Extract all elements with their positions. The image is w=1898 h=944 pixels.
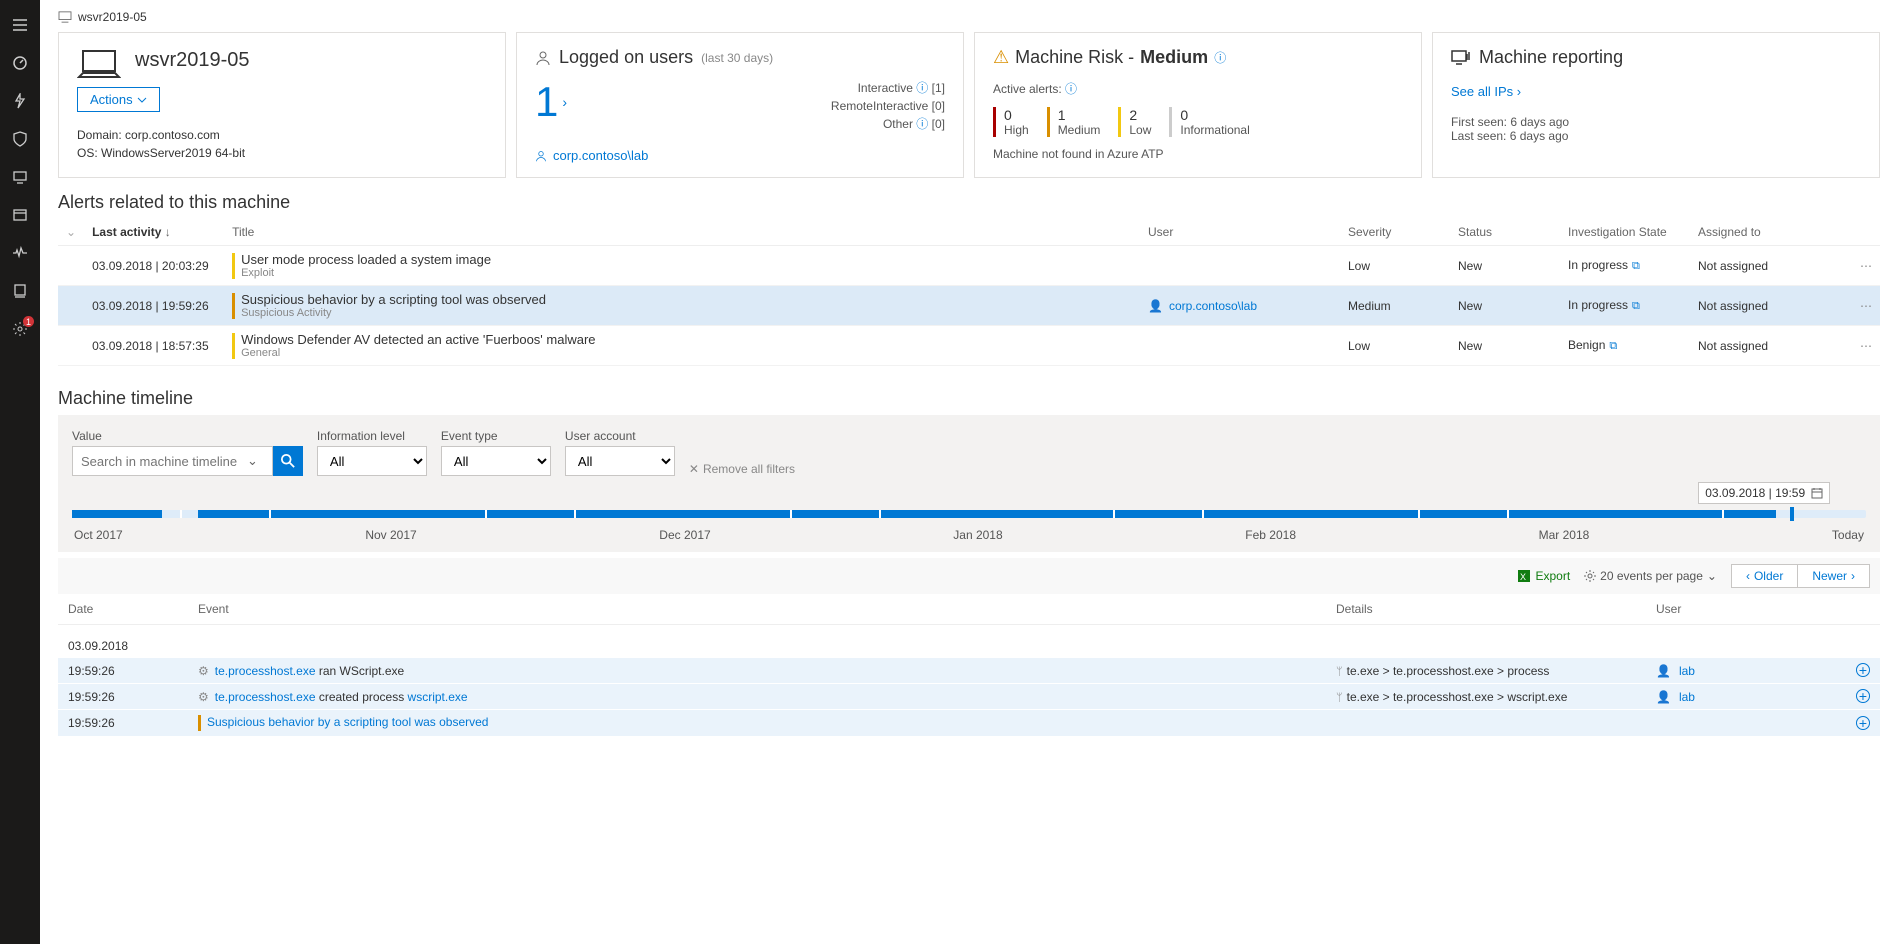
nav-settings-icon[interactable]: 1 (0, 310, 40, 348)
alert-row[interactable]: 03.09.2018 | 19:59:26 Suspicious behavio… (58, 286, 1880, 326)
col-investigation[interactable]: Investigation State (1560, 219, 1690, 246)
calendar-icon (1811, 487, 1823, 499)
logged-on-users-card: Logged on users (last 30 days) 1› Intera… (516, 32, 964, 178)
user-link[interactable]: corp.contoso\lab (535, 148, 945, 163)
risk-card: ⚠ Machine Risk - Medium ⓘ Active alerts:… (974, 32, 1422, 178)
gear-icon (1584, 570, 1596, 582)
col-status[interactable]: Status (1450, 219, 1560, 246)
chevron-down-icon[interactable]: ⌄ (66, 225, 76, 239)
alerts-section-title: Alerts related to this machine (58, 192, 1880, 213)
search-combo[interactable]: ⌄ (72, 446, 273, 476)
month-label: Dec 2017 (659, 528, 710, 542)
remove-filters[interactable]: ✕ Remove all filters (689, 462, 795, 476)
nav-hunting-icon[interactable] (0, 272, 40, 310)
more-icon[interactable]: ⋯ (1850, 326, 1880, 366)
chevron-down-icon (137, 97, 147, 103)
nav-dashboard-icon[interactable] (0, 44, 40, 82)
col-assigned[interactable]: Assigned to (1690, 219, 1850, 246)
alerts-table: ⌄ Last activity ↓ Title User Severity St… (58, 219, 1880, 366)
col-ev-user[interactable]: User (1646, 594, 1846, 625)
nav-reports-icon[interactable] (0, 196, 40, 234)
time-scrubber[interactable]: 03.09.2018 | 19:59 (72, 510, 1866, 542)
col-user[interactable]: User (1140, 219, 1340, 246)
month-label: Nov 2017 (365, 528, 416, 542)
month-label: Oct 2017 (74, 528, 123, 542)
info-icon[interactable]: ⓘ (1065, 82, 1077, 96)
nav-incidents-icon[interactable] (0, 82, 40, 120)
breadcrumb-machine: wsvr2019-05 (78, 10, 147, 24)
nav-health-icon[interactable] (0, 234, 40, 272)
nav-shield-icon[interactable] (0, 120, 40, 158)
month-label: Today (1832, 528, 1864, 542)
settings-badge: 1 (23, 316, 34, 327)
user-icon (535, 50, 551, 66)
user-select[interactable]: All (565, 446, 675, 476)
info-level-select[interactable]: All (317, 446, 427, 476)
nav-machines-icon[interactable] (0, 158, 40, 196)
events-per-page[interactable]: 20 events per page ⌄ (1584, 569, 1717, 583)
alert-row[interactable]: 03.09.2018 | 18:57:35 Windows Defender A… (58, 326, 1880, 366)
excel-icon: X (1517, 569, 1531, 583)
expand-icon[interactable]: + (1856, 716, 1870, 730)
expand-icon[interactable]: + (1856, 689, 1870, 703)
machine-name: wsvr2019-05 (135, 49, 250, 72)
search-input[interactable] (81, 454, 241, 469)
scrub-handle[interactable] (1790, 507, 1794, 521)
user-count[interactable]: 1› (535, 78, 567, 126)
search-button[interactable] (273, 446, 303, 476)
machine-icon (58, 11, 72, 23)
month-label: Feb 2018 (1245, 528, 1296, 542)
more-icon[interactable]: ⋯ (1850, 286, 1880, 326)
col-event[interactable]: Event (188, 594, 1326, 625)
chevron-down-icon[interactable]: ⌄ (241, 453, 264, 469)
main-content: wsvr2019-05 wsvr2019-05 Actions Domain: … (40, 0, 1898, 944)
timeline-section-title: Machine timeline (58, 388, 1880, 409)
machine-card: wsvr2019-05 Actions Domain: corp.contoso… (58, 32, 506, 178)
expand-icon[interactable]: + (1856, 663, 1870, 677)
alert-row[interactable]: 03.09.2018 | 20:03:29 User mode process … (58, 246, 1880, 286)
col-last-activity[interactable]: Last activity ↓ (84, 219, 224, 246)
event-row[interactable]: 19:59:26 ⚙te.processhost.exe created pro… (58, 684, 1880, 710)
more-icon[interactable]: ⋯ (1850, 246, 1880, 286)
warning-icon: ⚠ (993, 47, 1009, 68)
svg-text:X: X (1520, 572, 1526, 582)
event-type-select[interactable]: All (441, 446, 551, 476)
side-nav: 1 (0, 0, 40, 944)
reporting-icon (1451, 50, 1471, 66)
reporting-card: Machine reporting See all IPs › First se… (1432, 32, 1880, 178)
col-title[interactable]: Title (224, 219, 1140, 246)
nav-menu-icon[interactable] (0, 6, 40, 44)
export-button[interactable]: XExport (1517, 569, 1570, 583)
month-label: Mar 2018 (1539, 528, 1590, 542)
col-details[interactable]: Details (1326, 594, 1646, 625)
date-input[interactable]: 03.09.2018 | 19:59 (1698, 482, 1830, 504)
info-icon[interactable]: ⓘ (1214, 49, 1226, 66)
newer-button[interactable]: Newer › (1798, 564, 1870, 588)
col-severity[interactable]: Severity (1340, 219, 1450, 246)
older-button[interactable]: ‹ Older (1731, 564, 1798, 588)
breadcrumb: wsvr2019-05 (58, 10, 1880, 24)
event-group-date: 03.09.2018 (58, 625, 1880, 659)
month-label: Jan 2018 (953, 528, 1002, 542)
see-all-ips-link[interactable]: See all IPs › (1451, 84, 1861, 99)
events-table: Date Event Details User 03.09.2018 19:59… (58, 594, 1880, 737)
actions-button[interactable]: Actions (77, 87, 160, 112)
user-breakdown: Interactive ⓘ [1] RemoteInteractive [0] … (831, 79, 945, 133)
laptop-icon (77, 47, 121, 83)
event-row[interactable]: 19:59:26 ⚙te.processhost.exe ran WScript… (58, 658, 1880, 684)
timeline-panel: Value ⌄ Information level All Event type (58, 415, 1880, 552)
col-date[interactable]: Date (58, 594, 188, 625)
timeline-toolbar: XExport 20 events per page ⌄ ‹ Older New… (58, 558, 1880, 594)
event-row[interactable]: 19:59:26 Suspicious behavior by a script… (58, 710, 1880, 737)
